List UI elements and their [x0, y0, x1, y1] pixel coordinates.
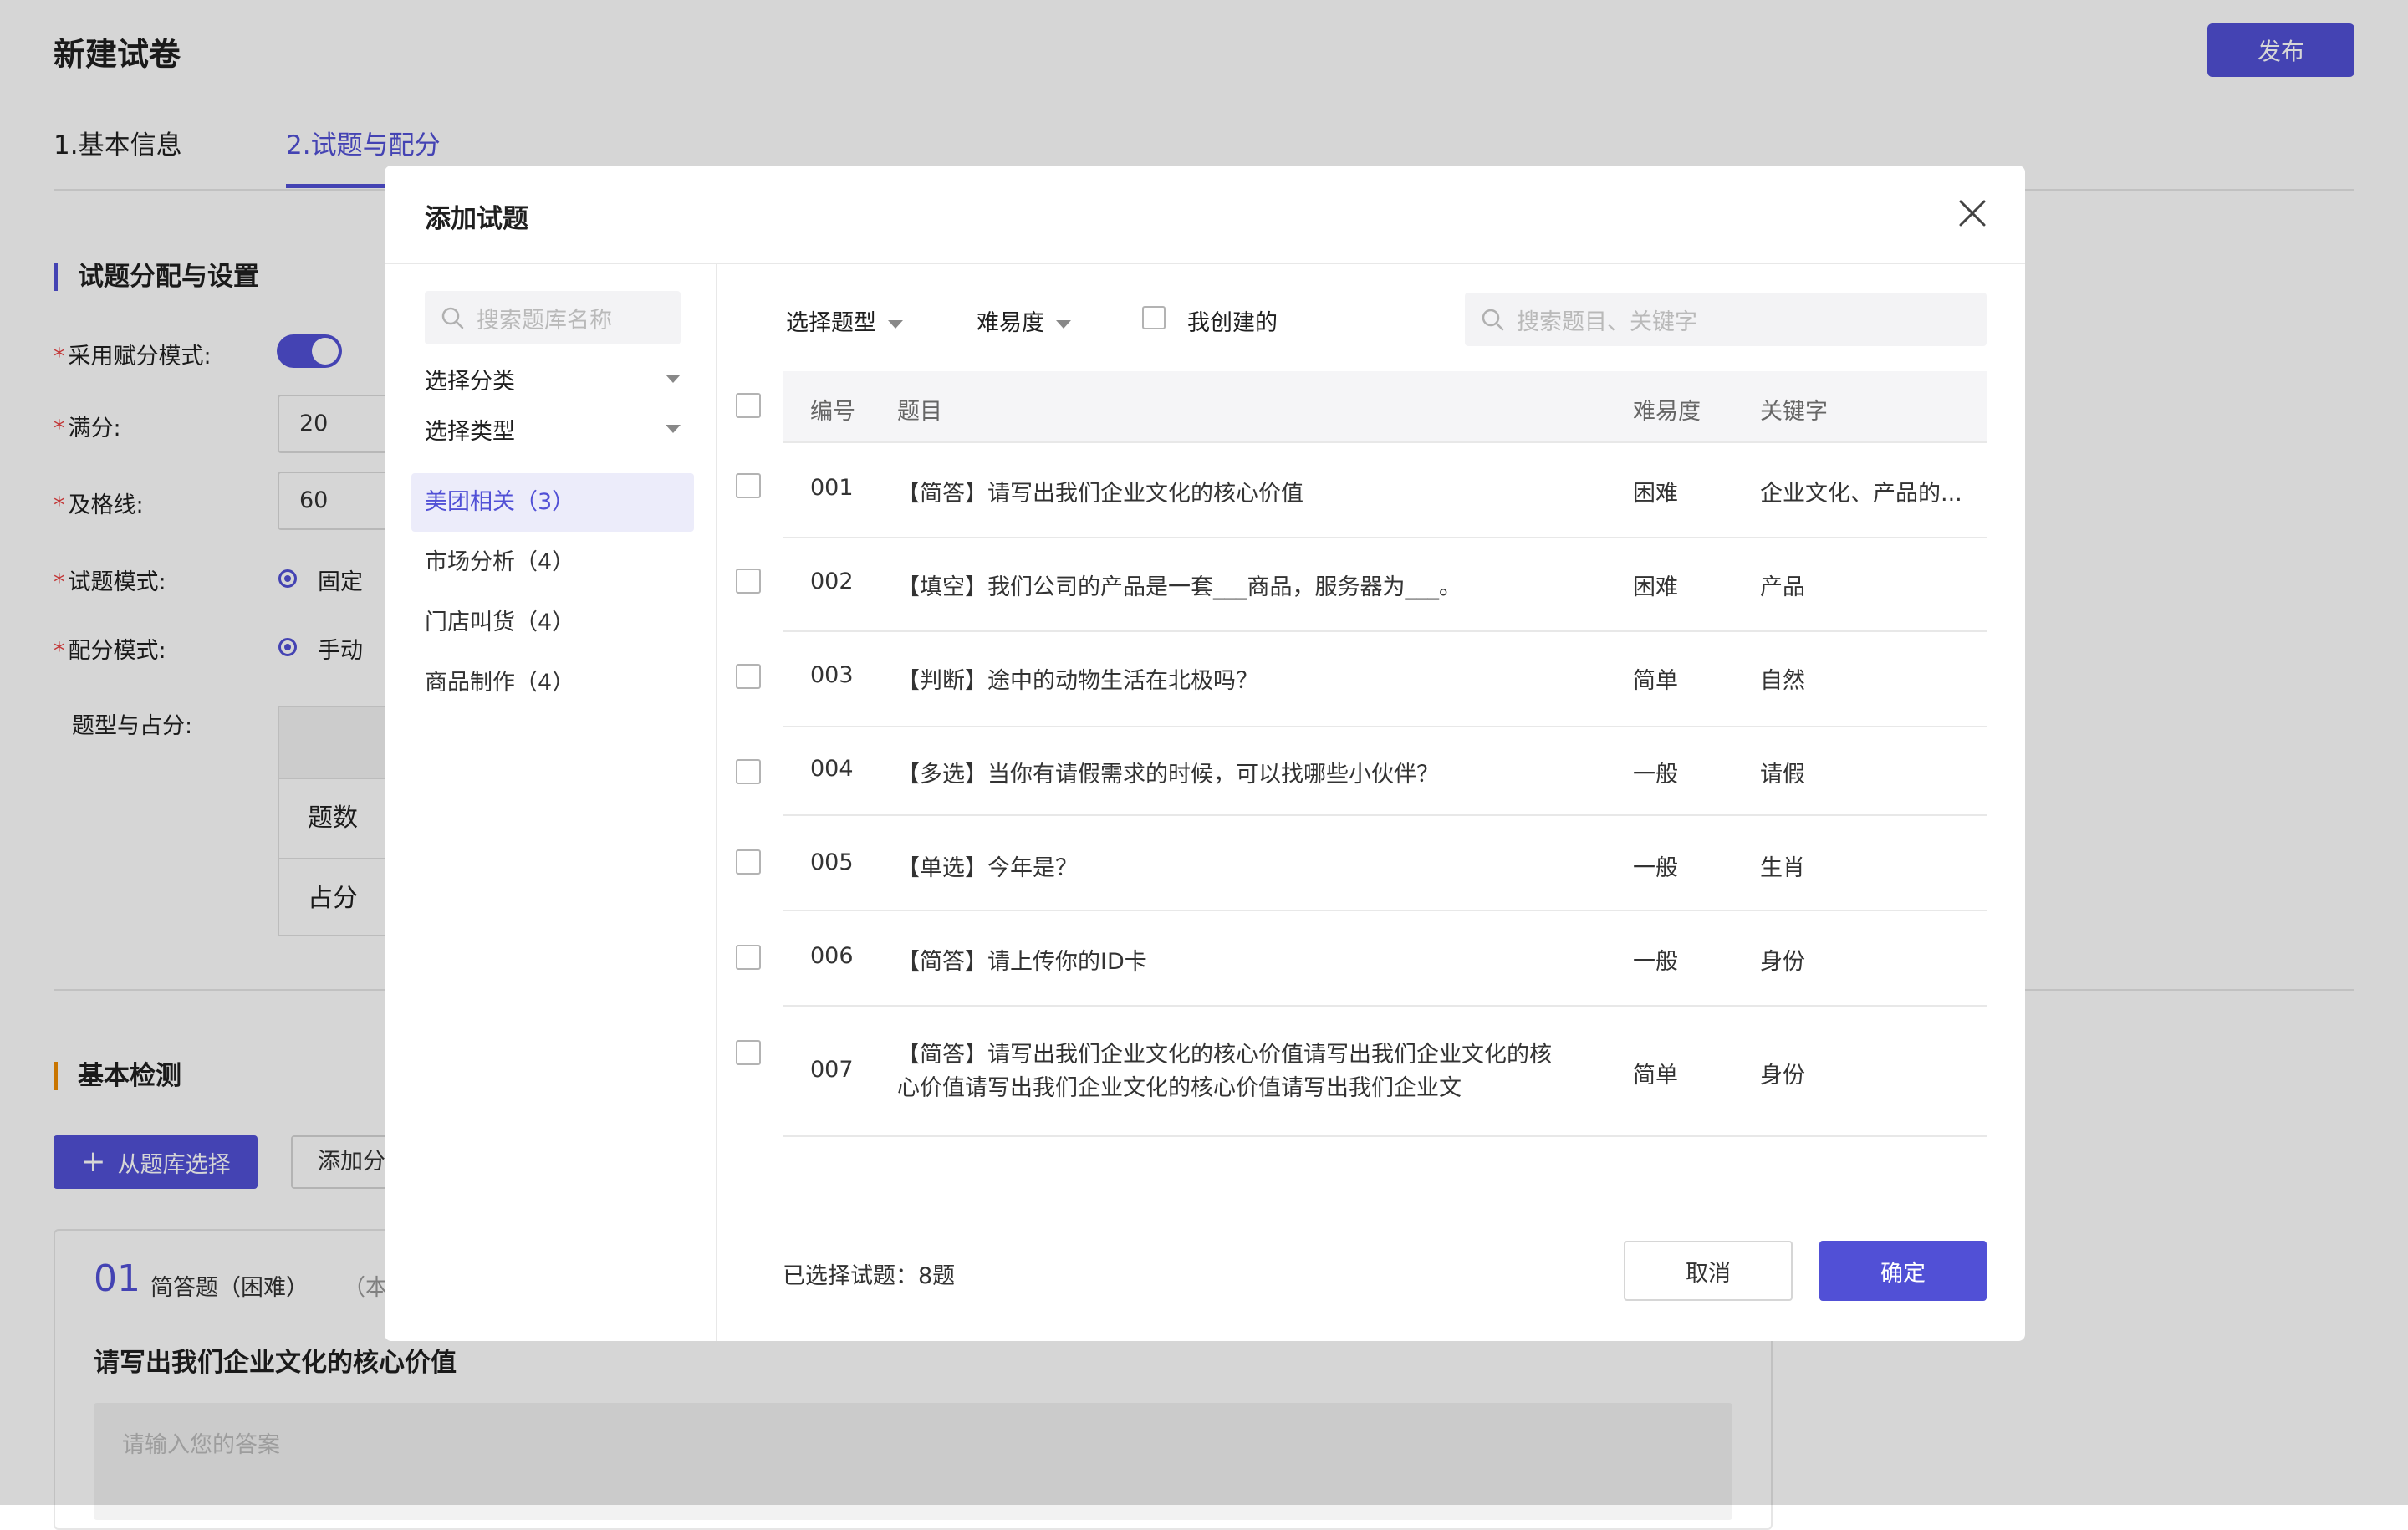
row-question[interactable]: 【简答】请写出我们企业文化的核心价值请写出我们企业文化的核心价值请写出我们企业文…: [897, 1038, 1566, 1105]
add-question-modal: 添加试题 搜索题库名称 选择分类 选择类型 美团相关（3） 市场分析（4） 门店…: [385, 166, 2025, 1341]
row-id: 002: [810, 569, 854, 594]
chevron-down-icon: [666, 425, 681, 433]
created-by-me-checkbox[interactable]: [1142, 306, 1166, 329]
chevron-down-icon: [666, 375, 681, 383]
bank-sidebar: 搜索题库名称 选择分类 选择类型 美团相关（3） 市场分析（4） 门店叫货（4）…: [385, 264, 717, 1341]
row-checkbox[interactable]: [736, 945, 761, 970]
cancel-button[interactable]: 取消: [1624, 1241, 1793, 1301]
close-icon[interactable]: [1956, 197, 1988, 229]
column-header-question: 题目: [897, 399, 942, 425]
table-header: 编号 题目 难易度 关键字: [783, 371, 1987, 443]
row-checkbox[interactable]: [736, 664, 761, 689]
select-category-dropdown[interactable]: 选择分类: [425, 363, 681, 395]
question-search-placeholder: 搜索题目、关键字: [1517, 309, 1697, 335]
row-id: 005: [810, 849, 854, 875]
question-search-input[interactable]: 搜索题目、关键字: [1465, 293, 1987, 346]
select-type-label: 选择类型: [425, 419, 515, 445]
row-divider: [783, 814, 1987, 816]
row-id: 003: [810, 662, 854, 688]
row-keyword: 产品: [1760, 574, 1805, 600]
row-divider: [783, 726, 1987, 727]
question-type-filter[interactable]: 选择题型: [786, 304, 903, 337]
selected-count: 已选择试题：8题: [783, 1263, 956, 1289]
row-id: 001: [810, 475, 854, 501]
row-divider: [783, 1005, 1987, 1007]
row-difficulty: 简单: [1633, 1063, 1678, 1089]
row-difficulty: 困难: [1633, 481, 1678, 507]
category-item-meituan[interactable]: 美团相关（3）: [411, 473, 694, 532]
row-question[interactable]: 【简答】请写出我们企业文化的核心价值: [897, 475, 1303, 507]
bank-search-placeholder: 搜索题库名称: [477, 307, 612, 334]
row-difficulty: 一般: [1633, 855, 1678, 881]
chevron-down-icon: [888, 319, 903, 329]
row-question[interactable]: 【简答】请上传你的ID卡: [897, 943, 1147, 976]
row-difficulty: 一般: [1633, 949, 1678, 975]
confirm-button[interactable]: 确定: [1819, 1241, 1987, 1301]
column-header-keyword: 关键字: [1760, 399, 1828, 425]
row-checkbox[interactable]: [736, 849, 761, 875]
row-keyword: 生肖: [1760, 855, 1805, 881]
row-question[interactable]: 【多选】当你有请假需求的时候，可以找哪些小伙伴？: [897, 756, 1439, 788]
row-difficulty: 简单: [1633, 668, 1678, 694]
row-divider: [783, 537, 1987, 538]
select-category-label: 选择分类: [425, 369, 515, 395]
row-keyword: 身份: [1760, 949, 1805, 975]
row-question[interactable]: 【填空】我们公司的产品是一套___商品，服务器为___。: [897, 569, 1462, 601]
select-type-dropdown[interactable]: 选择类型: [425, 413, 681, 446]
modal-title: 添加试题: [425, 204, 528, 234]
row-keyword: 企业文化、产品的...: [1760, 481, 1962, 507]
row-keyword: 请假: [1760, 762, 1805, 788]
row-difficulty: 困难: [1633, 574, 1678, 600]
search-icon: [441, 307, 464, 329]
select-all-checkbox[interactable]: [736, 393, 761, 418]
row-checkbox[interactable]: [736, 759, 761, 784]
search-icon: [1482, 309, 1504, 331]
row-divider: [783, 630, 1987, 632]
category-item-store[interactable]: 门店叫货（4）: [411, 594, 694, 652]
column-header-id: 编号: [810, 399, 855, 425]
difficulty-filter[interactable]: 难易度: [977, 304, 1071, 337]
row-checkbox[interactable]: [736, 569, 761, 594]
category-item-market[interactable]: 市场分析（4）: [411, 533, 694, 592]
bank-search-input[interactable]: 搜索题库名称: [425, 291, 681, 344]
difficulty-filter-label: 难易度: [977, 310, 1044, 336]
row-id: 006: [810, 943, 854, 969]
question-type-filter-label: 选择题型: [786, 310, 876, 336]
row-question[interactable]: 【判断】途中的动物生活在北极吗？: [897, 662, 1258, 695]
category-item-product[interactable]: 商品制作（4）: [411, 654, 694, 712]
modal-header: 添加试题: [385, 166, 2025, 264]
row-checkbox[interactable]: [736, 1040, 761, 1065]
row-checkbox[interactable]: [736, 473, 761, 498]
row-divider: [783, 910, 1987, 911]
row-difficulty: 一般: [1633, 762, 1678, 788]
row-divider: [783, 1135, 1987, 1137]
row-id: 004: [810, 756, 854, 782]
chevron-down-icon: [1056, 319, 1071, 329]
row-keyword: 自然: [1760, 668, 1805, 694]
column-header-difficulty: 难易度: [1633, 399, 1701, 425]
created-by-me-label: 我创建的: [1187, 310, 1278, 336]
row-keyword: 身份: [1760, 1063, 1805, 1089]
row-id: 007: [810, 1057, 854, 1083]
row-question[interactable]: 【单选】今年是？: [897, 849, 1078, 882]
